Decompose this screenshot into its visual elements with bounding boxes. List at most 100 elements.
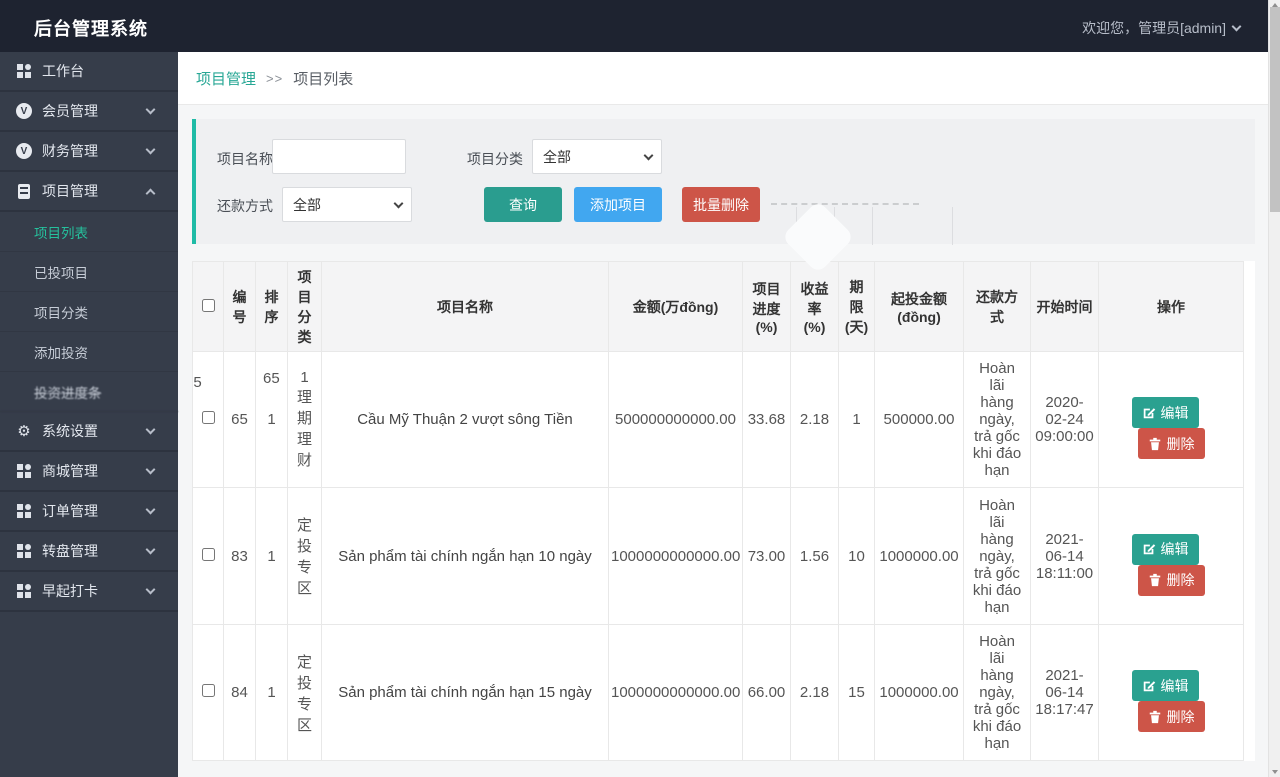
sidebar-item-label: 早起打卡 bbox=[42, 583, 98, 599]
render-artifact bbox=[771, 203, 919, 205]
sidebar-item-mall[interactable]: 商城管理 bbox=[0, 452, 178, 492]
chevron-down-icon bbox=[145, 544, 156, 555]
sidebar-item-add-investment[interactable]: 添加投资 bbox=[0, 332, 178, 372]
cell-rate: 1.56 bbox=[790, 487, 839, 625]
batch-delete-button[interactable]: 批量删除 bbox=[682, 187, 760, 222]
cell-category: 定 投 专 区 bbox=[287, 487, 322, 625]
sidebar-item-workbench[interactable]: 工作台 bbox=[0, 52, 178, 92]
header-name: 项目名称 bbox=[321, 261, 609, 352]
cell-repay: Hoàn lãi hàng ngày, trả gốc khi đáo hạn bbox=[963, 624, 1031, 761]
edit-button[interactable]: 编辑 bbox=[1131, 397, 1199, 428]
ghost-text-artifact: 65 bbox=[193, 373, 206, 392]
project-table: 编 号 排 序 项 目 分 类 项目名称 金额(万đồng) 项目 进度 (%)… bbox=[192, 261, 1244, 761]
project-icon bbox=[16, 183, 32, 199]
cell-repay: Hoàn bbox=[963, 760, 1031, 761]
sidebar-item-project-categories[interactable]: 项目分类 bbox=[0, 292, 178, 332]
repay-method-select[interactable]: 全部 bbox=[282, 187, 412, 222]
project-category-select[interactable]: 全部 bbox=[532, 139, 662, 174]
cell-actions: 编辑 删除 bbox=[1098, 624, 1244, 761]
sidebar-item-investment-progress[interactable]: 投资进度条 bbox=[0, 372, 178, 412]
breadcrumb-separator: >> bbox=[266, 70, 284, 86]
header-repay: 还款方 式 bbox=[963, 261, 1031, 352]
cell-repay: Hoàn lãi hàng ngày, trả gốc khi đáo hạn bbox=[963, 487, 1031, 625]
header-no: 编 号 bbox=[223, 261, 256, 352]
scroll-down-arrow-icon[interactable] bbox=[1272, 770, 1278, 774]
sidebar-item-label: 系统设置 bbox=[42, 423, 98, 439]
breadcrumb: 项目管理 >> 项目列表 bbox=[178, 52, 1280, 105]
project-table-wrap: 编 号 排 序 项 目 分 类 项目名称 金额(万đồng) 项目 进度 (%)… bbox=[192, 261, 1255, 761]
grid-icon bbox=[16, 503, 32, 519]
project-category-select-wrap: 全部 bbox=[532, 139, 662, 174]
row-checkbox-cell: 65 bbox=[192, 351, 224, 488]
sidebar-item-wheel[interactable]: 转盘管理 bbox=[0, 532, 178, 572]
cell-sort: 1 65 bbox=[255, 351, 288, 488]
edit-button[interactable]: 编辑 bbox=[1131, 670, 1199, 701]
cell-min-invest: 1000000.00 bbox=[874, 624, 964, 761]
cell-no: 84 bbox=[223, 624, 256, 761]
project-name-input[interactable] bbox=[272, 139, 406, 174]
delete-button[interactable]: 删除 bbox=[1137, 701, 1205, 732]
row-checkbox[interactable] bbox=[201, 684, 215, 697]
grid-icon bbox=[16, 63, 32, 79]
sidebar-item-label: 工作台 bbox=[42, 63, 84, 79]
sidebar-item-members[interactable]: V 会员管理 bbox=[0, 92, 178, 132]
cell-sort: 1 bbox=[255, 624, 288, 761]
chevron-down-icon bbox=[145, 424, 156, 435]
row-checkbox[interactable] bbox=[201, 411, 215, 424]
header-actions: 操作 bbox=[1098, 261, 1244, 352]
cell-no: 83 bbox=[223, 487, 256, 625]
cell-name: Sản phẩm tài chính ngắn hạn 10 ngày bbox=[321, 487, 609, 625]
ghost-text-artifact: 65 bbox=[259, 369, 284, 388]
sidebar-item-label: 项目管理 bbox=[42, 183, 98, 199]
delete-button[interactable]: 删除 bbox=[1137, 428, 1205, 459]
sidebar-item-label: 订单管理 bbox=[42, 503, 98, 519]
cell-term: 1 bbox=[838, 351, 875, 488]
sidebar-item-project-list[interactable]: 项目列表 bbox=[0, 212, 178, 252]
delete-button[interactable]: 删除 bbox=[1137, 564, 1205, 596]
sidebar-item-projects[interactable]: 项目管理 bbox=[0, 172, 178, 212]
grid-icon bbox=[16, 463, 32, 479]
cell-term: 10 bbox=[838, 487, 875, 625]
sidebar-item-orders[interactable]: 订单管理 bbox=[0, 492, 178, 532]
scrollbar-thumb[interactable] bbox=[1270, 7, 1280, 212]
grid-icon bbox=[16, 583, 32, 599]
sidebar-item-label: 会员管理 bbox=[42, 103, 98, 119]
row-checkbox-cell bbox=[192, 624, 224, 761]
sidebar-item-invested-projects[interactable]: 已投项目 bbox=[0, 252, 178, 292]
project-name-label: 项目名称 bbox=[217, 151, 273, 167]
breadcrumb-section[interactable]: 项目管理 bbox=[196, 68, 256, 89]
sidebar-item-checkin[interactable]: 早起打卡 bbox=[0, 572, 178, 612]
cell-repay: Hoàn lãi hàng ngày, trả gốc khi đáo hạn bbox=[963, 351, 1031, 488]
cell-actions: 编辑 删除 bbox=[1098, 351, 1244, 488]
trash-icon bbox=[1149, 437, 1160, 450]
cell-progress: 66.00 bbox=[742, 624, 791, 761]
sidebar: 工作台 V 会员管理 V 财务管理 项目管理 项目列表 已投项目 项目分类 添加… bbox=[0, 52, 178, 777]
cell-sort: 1 bbox=[255, 487, 288, 625]
filter-panel: 项目名称 项目分类 全部 还款方式 全部 查询 添加项目 批量删除 bbox=[192, 119, 1255, 274]
header-start-time: 开始时间 bbox=[1030, 261, 1099, 352]
search-button[interactable]: 查询 bbox=[484, 187, 562, 222]
sidebar-item-finance[interactable]: V 财务管理 bbox=[0, 132, 178, 172]
table-row-partial: Hoàn bbox=[192, 760, 1244, 761]
cell-amount: 1000000000000.00 bbox=[608, 624, 743, 761]
cell-rate: 2.18 bbox=[790, 624, 839, 761]
select-all-checkbox[interactable] bbox=[201, 298, 215, 312]
trash-icon bbox=[1149, 710, 1160, 723]
chevron-down-icon bbox=[145, 504, 156, 515]
sidebar-item-settings[interactable]: ⚙ 系统设置 bbox=[0, 412, 178, 452]
app-title: 后台管理系统 bbox=[34, 19, 148, 39]
cell-category: 定 投 专 区 bbox=[287, 624, 322, 761]
chevron-down-icon bbox=[145, 464, 156, 475]
breadcrumb-page: 项目列表 bbox=[293, 70, 354, 88]
chevron-down-icon bbox=[145, 104, 156, 115]
edit-button[interactable]: 编辑 bbox=[1131, 533, 1199, 565]
row-checkbox[interactable] bbox=[201, 547, 215, 561]
member-icon: V bbox=[16, 103, 32, 119]
topbar: 后台管理系统 欢迎您，管理员[admin] bbox=[0, 0, 1280, 52]
add-project-button[interactable]: 添加项目 bbox=[574, 187, 662, 222]
user-menu[interactable]: 欢迎您，管理员[admin] bbox=[1082, 18, 1242, 38]
vertical-scrollbar[interactable] bbox=[1268, 0, 1280, 777]
gear-icon: ⚙ bbox=[17, 422, 31, 440]
cell-start-time: 2021- 06-14 18:11:00 bbox=[1030, 487, 1099, 625]
table-row: 83 1 定 投 专 区 Sản phẩm tài chính ngắn hạn… bbox=[192, 487, 1244, 625]
